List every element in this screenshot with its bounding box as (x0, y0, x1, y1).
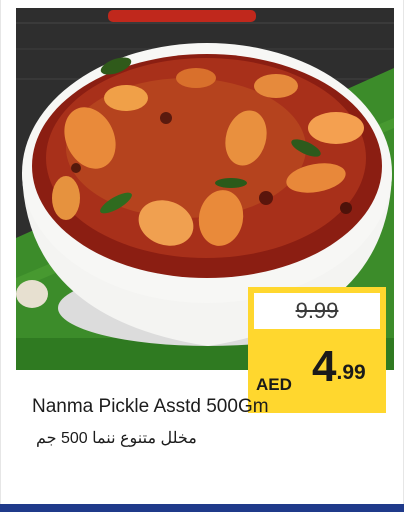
currency-label: AED (256, 375, 292, 394)
old-price: 9.99 (295, 298, 339, 323)
footer-bar (0, 504, 404, 512)
new-price-integer: 4 (312, 342, 337, 391)
new-price: 4 .99 (312, 345, 366, 389)
price-tag: 9.99 AED 4 .99 (248, 287, 386, 413)
product-card[interactable]: 9.99 AED 4 .99 Nanma Pickle Asstd 500Gm … (8, 0, 394, 492)
old-price-panel: 9.99 (254, 293, 380, 329)
new-price-decimal: .99 (336, 361, 366, 384)
product-title-arabic: مخلل متنوع ننما 500 جم (36, 430, 197, 447)
product-title[interactable]: Nanma Pickle Asstd 500Gm (32, 396, 269, 418)
